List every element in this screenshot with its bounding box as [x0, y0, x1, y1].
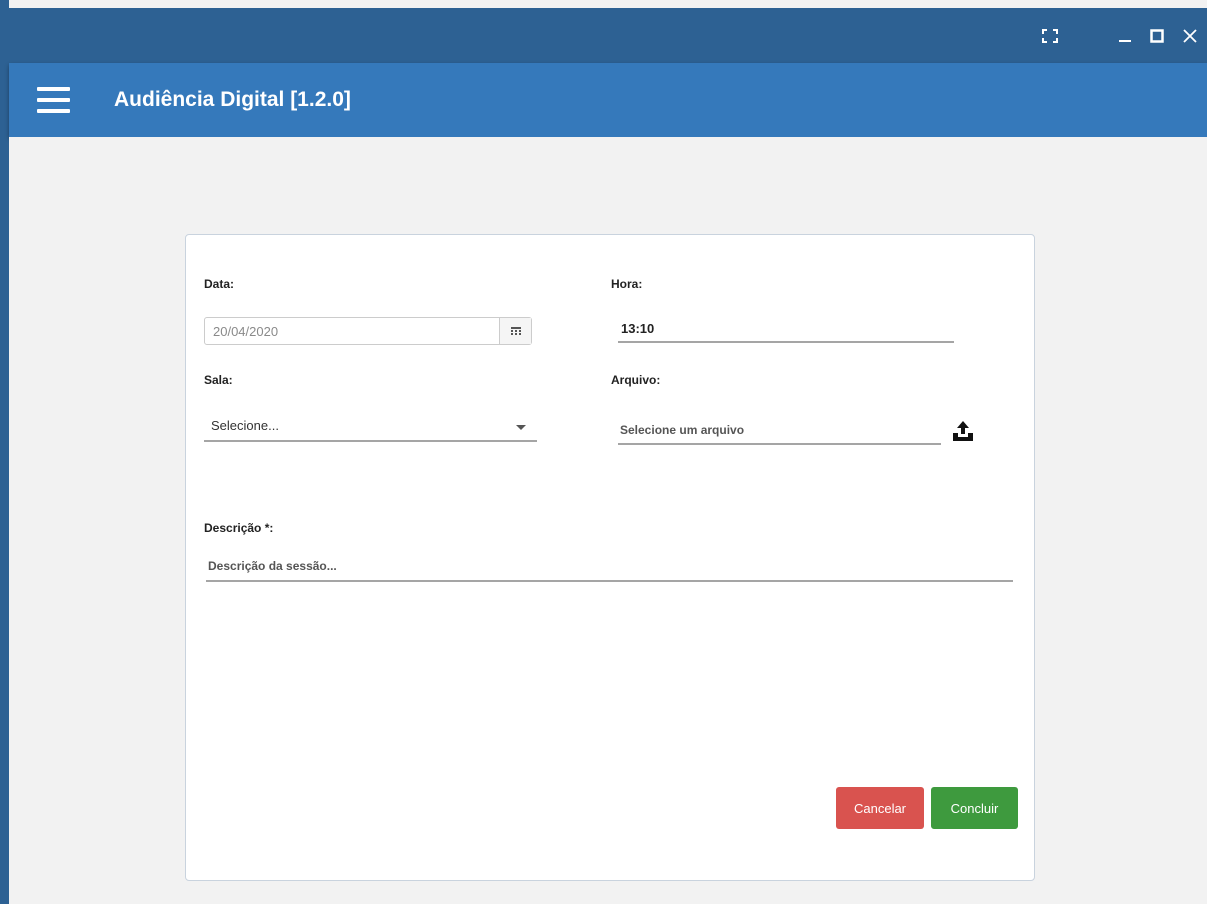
- date-input[interactable]: 20/04/2020: [204, 317, 532, 345]
- maximize-icon[interactable]: [1144, 8, 1170, 63]
- file-placeholder: Selecione um arquivo: [620, 423, 745, 437]
- upload-icon[interactable]: [952, 420, 978, 444]
- submit-button[interactable]: Concluir: [931, 787, 1018, 829]
- app-header: Audiência Digital [1.2.0]: [9, 63, 1207, 137]
- sala-label: Sala:: [204, 373, 233, 387]
- description-placeholder: Descrição da sessão...: [208, 559, 337, 573]
- chevron-down-icon: [516, 425, 526, 430]
- time-value: 13:10: [621, 321, 655, 336]
- window-left-edge: [0, 0, 9, 904]
- descricao-label: Descrição *:: [204, 521, 274, 535]
- window-titlebar: [9, 8, 1207, 63]
- minimize-icon[interactable]: [1112, 8, 1138, 63]
- close-icon[interactable]: [1177, 8, 1203, 63]
- sala-selected-value: Selecione...: [211, 418, 279, 433]
- app-title: Audiência Digital [1.2.0]: [114, 88, 351, 111]
- time-input[interactable]: 13:10: [618, 319, 954, 343]
- date-value: 20/04/2020: [213, 324, 279, 339]
- description-input[interactable]: Descrição da sessão...: [206, 555, 1013, 582]
- sala-select[interactable]: Selecione...: [204, 415, 537, 442]
- fullscreen-icon[interactable]: [1035, 8, 1065, 63]
- hora-label: Hora:: [611, 277, 643, 291]
- hamburger-menu-icon[interactable]: [37, 87, 70, 113]
- calendar-icon[interactable]: [499, 318, 531, 344]
- arquivo-label: Arquivo:: [611, 373, 661, 387]
- cancel-button[interactable]: Cancelar: [836, 787, 924, 829]
- file-input[interactable]: Selecione um arquivo: [618, 419, 941, 445]
- form-card: Data: 20/04/2020 Hora: 13:10 Sala: Selec…: [185, 234, 1035, 881]
- data-label: Data:: [204, 277, 235, 291]
